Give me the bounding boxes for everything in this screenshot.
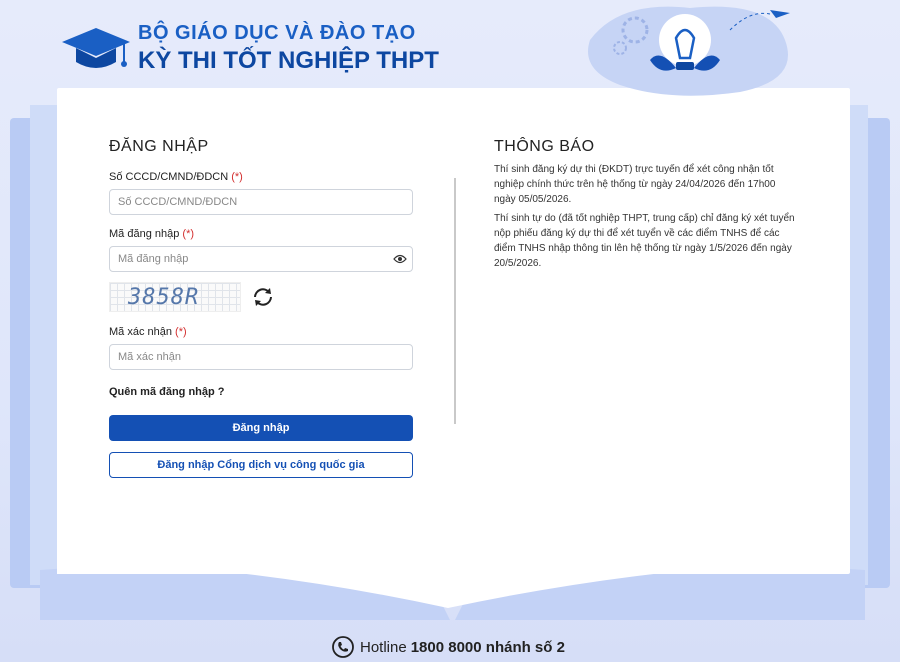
login-title: ĐĂNG NHẬP xyxy=(109,138,209,155)
notice-paragraph: Thí sinh đăng ký dự thi (ĐKDT) trực tuyế… xyxy=(494,164,776,205)
id-label: Số CCCD/CMND/ĐDCN (*) xyxy=(109,171,243,183)
id-number-input[interactable] xyxy=(109,189,413,215)
exam-title: KỲ THI TỐT NGHIỆP THPT xyxy=(138,46,439,74)
required-mark: (*) xyxy=(182,228,195,240)
captcha-input[interactable] xyxy=(109,344,413,370)
required-mark: (*) xyxy=(175,326,187,338)
password-input[interactable] xyxy=(109,246,413,272)
paper-plane-icon xyxy=(770,10,790,18)
lightbulb-illustration xyxy=(588,6,790,96)
captcha-label: Mã xác nhận (*) xyxy=(109,326,187,338)
hotline: Hotline 1800 8000 nhánh số 2 xyxy=(332,636,565,658)
hotline-label: Hotline xyxy=(360,638,407,656)
notice-title: THÔNG BÁO xyxy=(494,138,595,155)
column-divider xyxy=(454,178,456,424)
captcha-text: 3858R xyxy=(128,285,200,310)
required-mark: (*) xyxy=(231,171,243,183)
password-label: Mã đăng nhập (*) xyxy=(109,228,195,240)
notice-section: THÔNG BÁO Thí sinh đăng ký dự thi (ĐKDT)… xyxy=(494,138,798,275)
hotline-number: 1800 8000 nhánh số 2 xyxy=(410,638,565,656)
phone-icon xyxy=(332,636,354,658)
refresh-icon[interactable] xyxy=(251,285,275,309)
login-button[interactable]: Đăng nhập xyxy=(109,415,413,441)
notice-paragraph: Thí sinh tự do (đã tốt nghiệp THPT, trun… xyxy=(494,213,795,269)
captcha-row: 3858R xyxy=(109,282,413,312)
ministry-title: BỘ GIÁO DỤC VÀ ĐÀO TẠO xyxy=(138,21,416,44)
national-portal-login-button[interactable]: Đăng nhập Cổng dịch vụ công quốc gia xyxy=(109,452,413,478)
password-wrapper xyxy=(109,246,413,272)
captcha-image: 3858R xyxy=(109,282,241,312)
eye-icon[interactable] xyxy=(393,253,407,265)
forgot-password-link[interactable]: Quên mã đăng nhập ? xyxy=(109,386,413,398)
header: BỘ GIÁO DỤC VÀ ĐÀO TẠO KỲ THI TỐT NGHIỆP… xyxy=(58,18,439,78)
login-form: ĐĂNG NHẬP Số CCCD/CMND/ĐDCN (*) Mã đăng … xyxy=(109,138,413,478)
graduation-cap-icon xyxy=(62,28,130,68)
